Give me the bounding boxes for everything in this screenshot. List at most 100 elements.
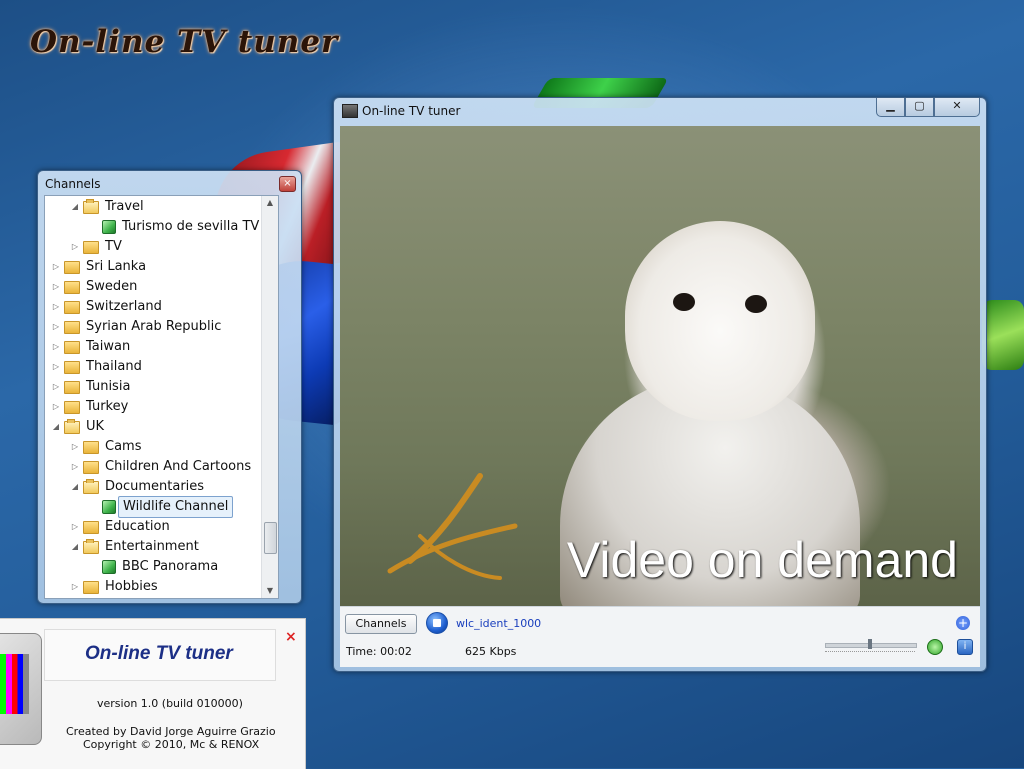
tree-item-label: Syrian Arab Republic bbox=[86, 319, 222, 334]
stop-icon[interactable] bbox=[426, 612, 448, 634]
folder-icon bbox=[64, 280, 80, 294]
about-credit: Created by David Jorge Aguirre Grazio bbox=[66, 725, 276, 738]
folder-icon bbox=[83, 520, 99, 534]
expand-arrow-icon[interactable]: ▷ bbox=[70, 437, 80, 457]
expand-arrow-icon[interactable]: ▷ bbox=[70, 457, 80, 477]
channel-icon bbox=[102, 220, 116, 234]
tree-channel-item[interactable]: BBC Panorama bbox=[89, 557, 218, 577]
folder-icon bbox=[83, 580, 99, 594]
minimize-button[interactable]: ▁ bbox=[876, 98, 905, 117]
tree-channel-item[interactable]: Wildlife Channel bbox=[89, 496, 234, 518]
folder-icon bbox=[64, 320, 80, 334]
expand-arrow-icon[interactable]: ▷ bbox=[51, 277, 61, 297]
tree-item-label: Switzerland bbox=[86, 299, 162, 314]
tree-item-label: BBC Panorama bbox=[122, 559, 219, 574]
bitrate-readout: 625 Kbps bbox=[465, 645, 517, 658]
tree-folder-item[interactable]: ▷ Turkey bbox=[51, 397, 128, 417]
tree-item-label: Hobbies bbox=[105, 579, 158, 594]
info-icon[interactable]: i bbox=[957, 639, 973, 655]
folder-open-icon bbox=[64, 418, 80, 434]
tree-item-label: Tunisia bbox=[86, 379, 131, 394]
volume-knob[interactable] bbox=[868, 639, 872, 649]
tree-folder-item[interactable]: ▷ Education bbox=[70, 517, 170, 537]
add-icon[interactable]: + bbox=[956, 616, 970, 630]
expand-arrow-icon[interactable]: ▷ bbox=[51, 257, 61, 277]
tree-item-label: Sweden bbox=[86, 279, 138, 294]
scroll-down-icon[interactable]: ▼ bbox=[262, 584, 278, 598]
clip-name-link[interactable]: wlc_ident_1000 bbox=[456, 617, 541, 630]
volume-slider[interactable] bbox=[825, 639, 917, 652]
tree-item-label: Thailand bbox=[86, 359, 142, 374]
tree-folder-item[interactable]: ◢ Travel bbox=[70, 197, 144, 217]
player-controls: Channels wlc_ident_1000 + Time: 00:02 62… bbox=[340, 606, 980, 667]
video-display[interactable]: Video on demand bbox=[340, 126, 980, 606]
tree-folder-item[interactable]: ▷ Taiwan bbox=[51, 337, 130, 357]
owl-face-image bbox=[625, 221, 815, 421]
tree-folder-item[interactable]: ▷ Switzerland bbox=[51, 297, 162, 317]
folder-icon bbox=[64, 260, 80, 274]
expand-arrow-icon[interactable]: ▷ bbox=[51, 357, 61, 377]
collapse-arrow-icon[interactable]: ◢ bbox=[70, 537, 80, 557]
channels-button[interactable]: Channels bbox=[345, 614, 417, 634]
tree-folder-item[interactable]: ▷ Cams bbox=[70, 437, 142, 457]
time-readout: Time: 00:02 bbox=[346, 645, 412, 658]
maximize-button[interactable]: ▢ bbox=[905, 98, 934, 117]
folder-icon bbox=[64, 340, 80, 354]
tree-folder-item[interactable]: ◢ Documentaries bbox=[70, 477, 204, 497]
tree-scrollbar[interactable]: ▲ ▼ bbox=[261, 196, 278, 598]
tree-item-label: Turkey bbox=[86, 399, 129, 414]
folder-icon bbox=[83, 460, 99, 474]
channels-close-button[interactable]: × bbox=[279, 176, 296, 192]
about-dialog: On-line TV tuner × version 1.0 (build 01… bbox=[0, 618, 306, 769]
speaker-icon[interactable] bbox=[927, 639, 943, 655]
tree-item-label: Documentaries bbox=[105, 479, 205, 494]
collapse-arrow-icon[interactable]: ◢ bbox=[70, 197, 80, 217]
channel-tree[interactable]: ▲ ▼ ◢ Travel Turismo de sevilla TV ▷ TV ▷ Sri … bbox=[44, 195, 279, 599]
tree-folder-item[interactable]: ▷ Syrian Arab Republic bbox=[51, 317, 221, 337]
expand-arrow-icon[interactable]: ▷ bbox=[51, 397, 61, 417]
tree-folder-item[interactable]: ◢ Entertainment bbox=[70, 537, 199, 557]
tree-folder-item[interactable]: ▷ Thailand bbox=[51, 357, 142, 377]
tree-item-label: Travel bbox=[105, 199, 144, 214]
expand-arrow-icon[interactable]: ▷ bbox=[51, 317, 61, 337]
tree-folder-item[interactable]: ▷ Children And Cartoons bbox=[70, 457, 251, 477]
collapse-arrow-icon[interactable]: ◢ bbox=[70, 477, 80, 497]
expand-arrow-icon[interactable]: ▷ bbox=[70, 517, 80, 537]
tree-channel-item[interactable]: Turismo de sevilla TV bbox=[89, 217, 259, 237]
tree-item-label: Turismo de sevilla TV bbox=[122, 219, 260, 234]
about-copyright: Copyright © 2010, Mc & RENOX bbox=[83, 738, 260, 751]
expand-arrow-icon[interactable]: ▷ bbox=[51, 377, 61, 397]
folder-icon bbox=[64, 380, 80, 394]
scroll-thumb[interactable] bbox=[264, 522, 277, 554]
channel-logo-scribble bbox=[387, 473, 518, 580]
folder-open-icon bbox=[83, 198, 99, 214]
folder-icon bbox=[64, 300, 80, 314]
tree-folder-item[interactable]: ▷ Tunisia bbox=[51, 377, 131, 397]
about-title: On-line TV tuner bbox=[85, 643, 233, 664]
tree-folder-item[interactable]: ▷ Sweden bbox=[51, 277, 137, 297]
channels-window-title: Channels bbox=[45, 177, 101, 191]
app-icon bbox=[342, 104, 358, 118]
expand-arrow-icon[interactable]: ▷ bbox=[51, 297, 61, 317]
channel-icon bbox=[102, 500, 116, 514]
tree-item-label: Taiwan bbox=[86, 339, 131, 354]
folder-icon bbox=[83, 240, 99, 254]
tree-folder-item[interactable]: ▷ TV bbox=[70, 237, 122, 257]
expand-arrow-icon[interactable]: ▷ bbox=[70, 237, 80, 257]
about-close-icon[interactable]: × bbox=[285, 629, 297, 645]
tree-folder-item[interactable]: ▷ Hobbies bbox=[70, 577, 158, 597]
about-version: version 1.0 (build 010000) bbox=[97, 697, 243, 710]
close-button[interactable]: ✕ bbox=[934, 98, 980, 117]
tree-folder-item[interactable]: ▷ Sri Lanka bbox=[51, 257, 146, 277]
player-window: On-line TV tuner ▁ ▢ ✕ Video on demand C… bbox=[333, 97, 987, 672]
scroll-up-icon[interactable]: ▲ bbox=[262, 196, 278, 210]
tree-item-label: Entertainment bbox=[105, 539, 199, 554]
tree-folder-item[interactable]: ◢ UK bbox=[51, 417, 104, 437]
folder-icon bbox=[64, 400, 80, 414]
tree-item-label: Children And Cartoons bbox=[105, 459, 252, 474]
expand-arrow-icon[interactable]: ▷ bbox=[70, 577, 80, 597]
channels-window: Channels × ▲ ▼ ◢ Travel Turismo de sevilla… bbox=[37, 170, 302, 604]
folder-icon bbox=[83, 440, 99, 454]
collapse-arrow-icon[interactable]: ◢ bbox=[51, 417, 61, 437]
expand-arrow-icon[interactable]: ▷ bbox=[51, 337, 61, 357]
